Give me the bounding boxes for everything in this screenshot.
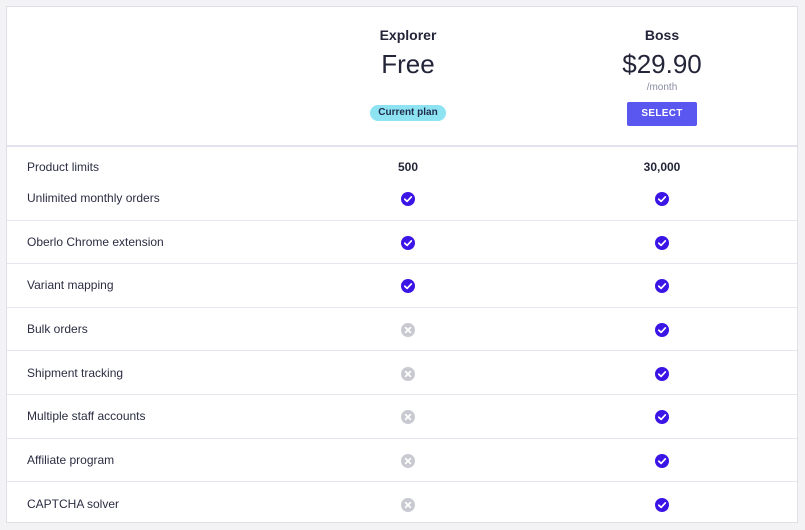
row-divider: [7, 438, 797, 439]
row-divider: [7, 481, 797, 482]
plans-header: Explorer Free Current plan Boss $29.90 /…: [7, 7, 797, 146]
plan-price: $29.90: [622, 49, 702, 79]
table-row: Variant mapping: [7, 277, 797, 297]
table-row: Unlimited monthly orders: [7, 190, 797, 210]
check-icon: [655, 498, 669, 512]
plan-name: Explorer: [379, 27, 437, 43]
cross-icon: [401, 454, 415, 468]
feature-label: Variant mapping: [27, 278, 114, 292]
table-row-product-limits: Product limits 500 30,000: [7, 160, 797, 180]
check-icon: [655, 323, 669, 337]
feature-label: CAPTCHA solver: [27, 497, 120, 511]
cross-icon: [401, 323, 415, 337]
header-divider: [7, 145, 797, 147]
check-icon: [655, 410, 669, 424]
select-button[interactable]: SELECT: [627, 102, 697, 126]
check-icon: [655, 236, 669, 250]
check-icon: [655, 367, 669, 381]
feature-label: Multiple staff accounts: [27, 409, 146, 423]
row-divider: [7, 307, 797, 308]
check-icon: [401, 236, 415, 250]
row-divider: [7, 263, 797, 264]
feature-label: Bulk orders: [27, 322, 88, 336]
table-row: Shipment tracking: [7, 365, 797, 385]
pricing-card: Explorer Free Current plan Boss $29.90 /…: [6, 6, 798, 523]
row-label: Product limits: [27, 160, 100, 174]
table-row: Affiliate program: [7, 452, 797, 472]
plan-period: /month: [646, 82, 678, 93]
table-row: Oberlo Chrome extension: [7, 234, 797, 254]
check-icon: [655, 192, 669, 206]
plan-price: Free: [381, 49, 435, 79]
table-row: CAPTCHA solver: [7, 496, 797, 516]
check-icon: [401, 279, 415, 293]
plan-name: Boss: [644, 27, 680, 43]
explorer-limit-value: 500: [397, 160, 419, 174]
cross-icon: [401, 367, 415, 381]
row-divider: [7, 394, 797, 395]
feature-label: Shipment tracking: [27, 366, 124, 380]
row-divider: [7, 220, 797, 221]
feature-label: Affiliate program: [27, 453, 115, 467]
row-divider: [7, 350, 797, 351]
feature-label: Unlimited monthly orders: [27, 191, 160, 205]
feature-label: Oberlo Chrome extension: [27, 235, 164, 249]
check-icon: [655, 454, 669, 468]
current-plan-badge: Current plan: [370, 105, 446, 121]
table-row: Bulk orders: [7, 321, 797, 341]
boss-limit-value: 30,000: [643, 160, 681, 174]
cross-icon: [401, 498, 415, 512]
check-icon: [655, 279, 669, 293]
table-row: Multiple staff accounts: [7, 408, 797, 428]
check-icon: [401, 192, 415, 206]
cross-icon: [401, 410, 415, 424]
